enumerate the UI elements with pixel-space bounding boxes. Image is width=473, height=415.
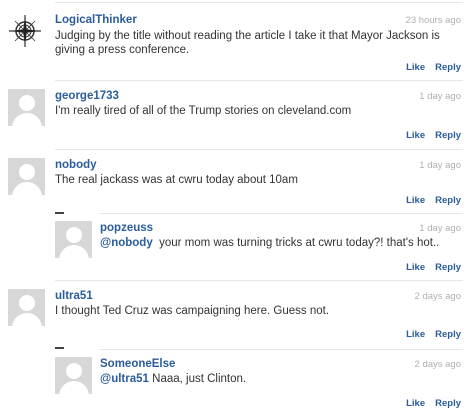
comment-timestamp[interactable]: 1 day ago xyxy=(419,91,461,102)
comment-text: I thought Ted Cruz was campaigning here.… xyxy=(55,305,330,317)
reply-button[interactable]: Reply xyxy=(435,62,461,73)
comment-actions: Like Reply xyxy=(396,195,461,206)
comment-item: ultra51 2 days ago I thought Ted Cruz wa… xyxy=(0,280,473,346)
comment-author[interactable]: SomeoneElse xyxy=(100,358,175,370)
comment-author[interactable]: LogicalThinker xyxy=(55,14,137,26)
comment-author[interactable]: george1733 xyxy=(55,90,119,102)
comment-author[interactable]: popzeuss xyxy=(100,222,153,234)
comment-item: nobody 1 day ago The real jackass was at… xyxy=(0,149,473,211)
mention-link[interactable]: @nobody xyxy=(100,237,153,249)
comment-text: Judging by the title without reading the… xyxy=(55,30,440,56)
comment-author[interactable]: ultra51 xyxy=(55,290,93,302)
comment-timestamp[interactable]: 2 days ago xyxy=(415,291,461,302)
user-avatar-icon[interactable] xyxy=(55,357,92,394)
like-button[interactable]: Like xyxy=(406,329,425,340)
reply-button[interactable]: Reply xyxy=(435,195,461,206)
like-button[interactable]: Like xyxy=(406,262,425,273)
comment-actions: Like Reply xyxy=(396,329,461,340)
comment-actions: Like Reply xyxy=(396,62,461,73)
like-button[interactable]: Like xyxy=(406,398,425,409)
reply-button[interactable]: Reply xyxy=(435,398,461,409)
comment-author[interactable]: nobody xyxy=(55,159,97,171)
comment-item: LogicalThinker 23 hours ago Judging by t… xyxy=(0,0,473,80)
user-avatar-icon[interactable] xyxy=(8,289,45,326)
like-button[interactable]: Like xyxy=(406,130,425,141)
comment-timestamp[interactable]: 2 days ago xyxy=(415,359,461,370)
comment-item: george1733 1 day ago I'm really tired of… xyxy=(0,80,473,150)
user-avatar-icon[interactable] xyxy=(8,89,45,126)
like-button[interactable]: Like xyxy=(406,195,425,206)
comment-timestamp[interactable]: 1 day ago xyxy=(419,160,461,171)
user-avatar-icon[interactable] xyxy=(8,158,45,195)
user-avatar-icon[interactable] xyxy=(55,221,92,258)
comment-actions: Like Reply xyxy=(396,130,461,141)
reply-item: SomeoneElse 2 days ago @ultra51 Naaa, ju… xyxy=(0,349,473,415)
mention-link[interactable]: @ultra51 xyxy=(100,373,149,385)
reply-button[interactable]: Reply xyxy=(435,130,461,141)
comment-text: @nobody your mom was turning tricks at c… xyxy=(100,236,457,250)
reply-text: your mom was turning tricks at cwru toda… xyxy=(159,237,440,249)
comment-text: @ultra51 Naaa, just Clinton. xyxy=(100,372,457,386)
comment-timestamp[interactable]: 23 hours ago xyxy=(406,15,461,26)
like-button[interactable]: Like xyxy=(406,62,425,73)
reply-button[interactable]: Reply xyxy=(435,329,461,340)
compass-icon[interactable] xyxy=(8,14,42,48)
reply-text: Naaa, just Clinton. xyxy=(152,373,247,385)
comment-actions: Like Reply xyxy=(396,262,461,273)
comment-text: I'm really tired of all of the Trump sto… xyxy=(55,105,352,117)
comment-actions: Like Reply xyxy=(396,398,461,409)
comment-timestamp[interactable]: 1 day ago xyxy=(419,223,461,234)
comment-text: The real jackass was at cwru today about… xyxy=(55,174,298,186)
reply-button[interactable]: Reply xyxy=(435,262,461,273)
reply-item: popzeuss 1 day ago @nobody your mom was … xyxy=(0,213,473,281)
